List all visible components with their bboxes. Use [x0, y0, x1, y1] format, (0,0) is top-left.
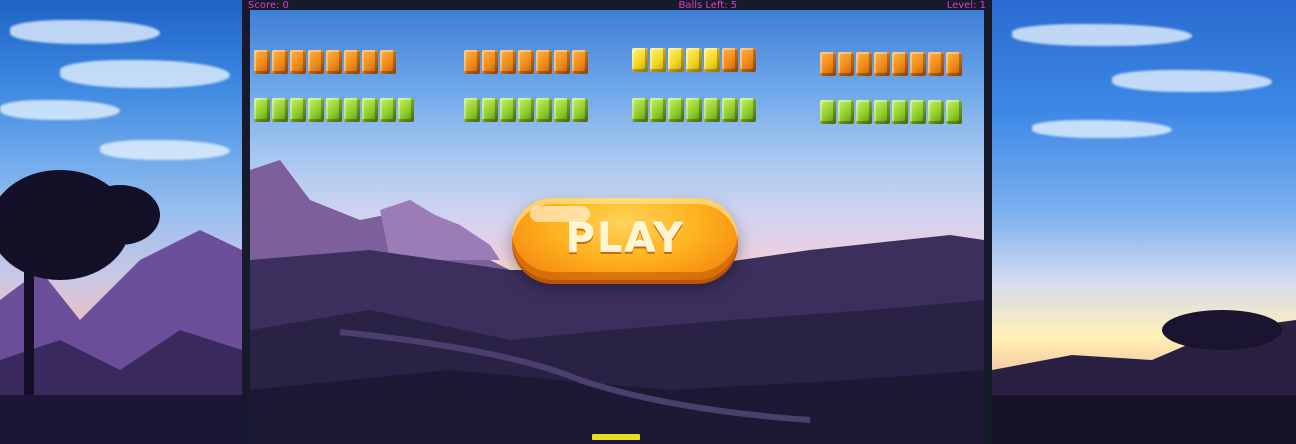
brick — [704, 48, 720, 72]
brick — [362, 98, 378, 122]
brick — [254, 50, 270, 74]
brick — [928, 52, 944, 76]
brick — [632, 48, 648, 72]
brick — [272, 98, 288, 122]
brick — [668, 48, 684, 72]
brick — [874, 52, 890, 76]
brick — [650, 98, 666, 122]
brick-group-2-1 — [254, 98, 414, 122]
brick — [536, 50, 552, 74]
brick-group-2-3 — [632, 98, 756, 122]
brick — [668, 98, 684, 122]
brick — [892, 52, 908, 76]
brick — [326, 50, 342, 74]
game-page: PLAY Score: 0 Balls Left: 5 Level: 1 — [0, 0, 1296, 444]
brick — [308, 98, 324, 122]
brick — [686, 98, 702, 122]
level-label: Level: 1 — [946, 0, 986, 11]
brick — [380, 98, 396, 122]
brick — [536, 98, 552, 122]
brick — [554, 98, 570, 122]
brick — [254, 98, 270, 122]
brick — [928, 100, 944, 124]
brick — [272, 50, 288, 74]
brick-group-2-2 — [464, 98, 588, 122]
background-right-panel — [992, 0, 1296, 444]
brick-group-2-4 — [820, 100, 962, 124]
brick — [704, 98, 720, 122]
brick — [838, 100, 854, 124]
game-canvas[interactable]: PLAY — [242, 0, 992, 444]
brick — [500, 98, 516, 122]
play-button[interactable]: PLAY — [512, 198, 738, 280]
brick — [856, 52, 872, 76]
brick — [572, 50, 588, 74]
brick — [946, 100, 962, 124]
brick — [740, 98, 756, 122]
brick — [632, 98, 648, 122]
brick — [398, 98, 414, 122]
brick — [892, 100, 908, 124]
brick — [820, 100, 836, 124]
brick — [464, 98, 480, 122]
brick — [500, 50, 516, 74]
score-label: Score: 0 — [248, 0, 289, 11]
play-button-label: PLAY — [565, 216, 685, 262]
paddle[interactable] — [592, 434, 640, 440]
brick — [838, 52, 854, 76]
brick — [722, 98, 738, 122]
balls-left-label: Balls Left: 5 — [678, 0, 738, 11]
brick — [518, 50, 534, 74]
brick — [518, 98, 534, 122]
brick — [344, 50, 360, 74]
hills-silhouette-right — [992, 310, 1296, 444]
brick — [856, 100, 872, 124]
brick-group-1-2 — [464, 50, 588, 74]
brick — [820, 52, 836, 76]
brick-group-1-4 — [820, 52, 962, 76]
brick — [290, 98, 306, 122]
hud-bar: Score: 0 Balls Left: 5 Level: 1 — [242, 0, 992, 12]
brick-group-1-1 — [254, 50, 396, 74]
brick — [326, 98, 342, 122]
brick — [308, 50, 324, 74]
brick — [464, 50, 480, 74]
brick — [554, 50, 570, 74]
brick — [482, 98, 498, 122]
brick — [482, 50, 498, 74]
brick — [910, 100, 926, 124]
brick — [290, 50, 306, 74]
brick — [344, 98, 360, 122]
brick-group-1-3 — [632, 48, 756, 72]
game-scene: PLAY — [250, 10, 984, 444]
brick — [686, 48, 702, 72]
brick — [380, 50, 396, 74]
brick — [572, 98, 588, 122]
brick — [874, 100, 890, 124]
brick — [650, 48, 666, 72]
brick — [910, 52, 926, 76]
brick — [740, 48, 756, 72]
brick — [722, 48, 738, 72]
brick — [946, 52, 962, 76]
mountain-silhouette-left — [0, 170, 242, 444]
brick — [362, 50, 378, 74]
background-left-panel — [0, 0, 242, 444]
